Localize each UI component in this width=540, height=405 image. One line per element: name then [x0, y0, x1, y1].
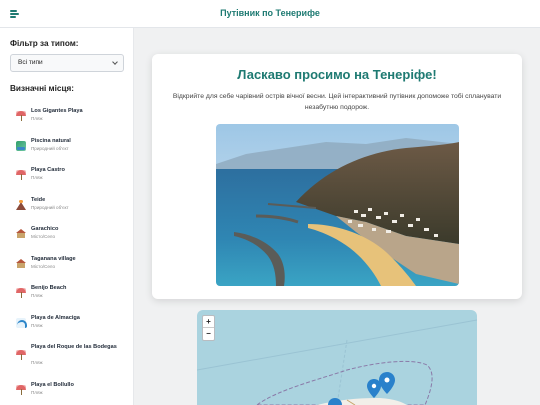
map[interactable]: + −: [197, 310, 477, 405]
welcome-card: Ласкаво просимо на Тенеріфе! Відкрийте д…: [152, 54, 522, 299]
beach-umbrella-icon: [16, 170, 26, 180]
list-item-piscina-natural[interactable]: Piscina natural Природний об'єкт: [0, 138, 133, 162]
list-item-playa-castro[interactable]: Playa Castro Пляж: [0, 167, 133, 191]
place-type: Природний об'єкт: [31, 205, 69, 210]
map-marker-icon[interactable]: [367, 379, 381, 398]
type-filter-value: Всі типи: [18, 59, 43, 66]
zoom-in-button[interactable]: +: [203, 316, 214, 328]
place-name: Playa el Bollullo: [31, 382, 74, 388]
place-name: Piscina natural: [31, 138, 71, 144]
list-item-teide[interactable]: Teide Природний об'єкт: [0, 197, 133, 221]
place-type: Пляж: [31, 360, 43, 365]
list-item-taganana[interactable]: Taganana village Місто/Село: [0, 256, 133, 280]
beach-umbrella-icon: [16, 385, 26, 395]
place-type: Місто/Село: [31, 264, 56, 269]
place-type: Пляж: [31, 323, 43, 328]
app-title: Путівник по Тенерифе: [220, 8, 320, 18]
sidebar: Фільтр за типом: Всі типи Визначні місця…: [0, 28, 134, 405]
list-item-playa-de-almaciga[interactable]: Playa de Almaciga Пляж: [0, 315, 133, 339]
map-marker-icon[interactable]: [379, 372, 395, 394]
place-name: Playa Castro: [31, 167, 65, 173]
list-item-garachico[interactable]: Garachico Місто/Село: [0, 226, 133, 250]
place-name: Playa de Almaciga: [31, 315, 80, 321]
place-type: Природний об'єкт: [31, 146, 69, 151]
chevron-down-icon: [112, 59, 118, 65]
place-type: Пляж: [31, 390, 43, 395]
welcome-title: Ласкаво просимо на Тенеріфе!: [237, 67, 437, 82]
main-content: Ласкаво просимо на Тенеріфе! Відкрийте д…: [134, 28, 540, 405]
place-type: Місто/Село: [31, 234, 56, 239]
top-bar: Путівник по Тенерифе: [0, 0, 540, 28]
village-icon: [16, 259, 26, 269]
natural-pool-icon: [16, 141, 26, 151]
place-type: Пляж: [31, 175, 43, 180]
place-type: Пляж: [31, 116, 43, 121]
list-item-roque-de-las-bodegas[interactable]: Playa del Roque de las Bodegas Пляж: [0, 344, 133, 376]
welcome-text: Відкрийте для себе чарівний острів вічно…: [172, 93, 502, 111]
place-name: Benijo Beach: [31, 285, 67, 291]
list-item-benijo-beach[interactable]: Benijo Beach Пляж: [0, 285, 133, 309]
zoom-out-button[interactable]: −: [203, 328, 214, 340]
filter-label: Фільтр за типом:: [10, 39, 79, 48]
beach-umbrella-icon: [16, 288, 26, 298]
tenerife-photo: [216, 124, 459, 286]
zoom-control: + −: [202, 315, 215, 341]
place-type: Пляж: [31, 293, 43, 298]
volcano-icon: [16, 200, 26, 210]
place-name: Playa del Roque de las Bodegas: [31, 344, 117, 350]
list-item-los-gigantes[interactable]: Los Gigantes Playa Пляж: [0, 108, 133, 132]
map-marker-icon[interactable]: [328, 398, 342, 405]
beach-umbrella-icon: [16, 111, 26, 121]
place-name: Garachico: [31, 226, 59, 232]
beach-umbrella-icon: [16, 350, 26, 360]
place-name: Los Gigantes Playa: [31, 108, 83, 114]
place-name: Taganana village: [31, 256, 76, 262]
type-filter-select[interactable]: Всі типи: [10, 54, 124, 72]
village-icon: [16, 229, 26, 239]
places-label: Визначні місця:: [10, 84, 74, 93]
place-name: Teide: [31, 197, 46, 203]
wave-icon: [16, 318, 27, 328]
list-item-playa-el-bollullo[interactable]: Playa el Bollullo Пляж: [0, 382, 133, 405]
